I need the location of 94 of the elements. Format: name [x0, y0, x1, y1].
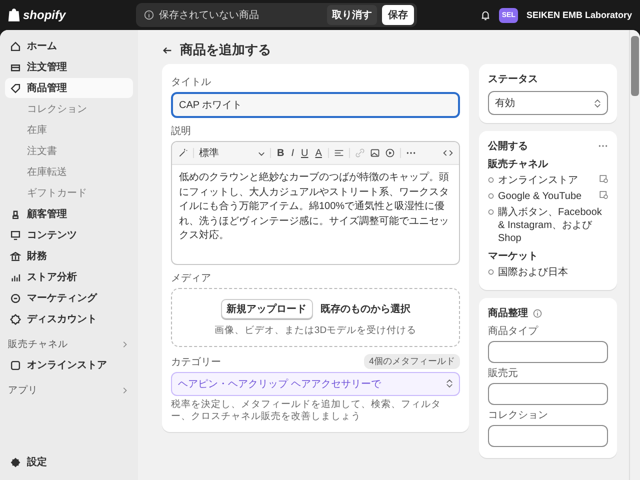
logo-text: shopify — [23, 8, 66, 22]
unsaved-message: 保存されていない商品 — [159, 8, 259, 22]
nav-item[interactable]: ストア分析 — [5, 267, 133, 287]
circle-icon — [488, 177, 494, 183]
format-toggle[interactable]: I — [290, 148, 296, 158]
card-title: ステータス — [488, 73, 539, 86]
nav-item[interactable]: ディスカウント — [5, 309, 133, 329]
nav-item[interactable]: 財務 — [5, 246, 133, 266]
nav-icon — [10, 292, 21, 304]
back-arrow-icon[interactable] — [162, 44, 173, 56]
nav-subitem[interactable]: 在庫 — [5, 120, 133, 140]
settings-item[interactable]: 設定 — [5, 452, 133, 472]
section-title: アプリ — [8, 384, 38, 397]
category-select[interactable]: ヘアピン・ヘアクリップ ヘアアクセサリーで — [171, 372, 460, 396]
discard-button[interactable]: 取り消す — [327, 5, 377, 25]
circle-icon — [488, 193, 494, 199]
circle-icon — [488, 209, 494, 215]
info-icon — [144, 10, 154, 20]
media-hint: 画像、ビデオ、または3Dモデルを受け付ける — [214, 324, 417, 336]
format-toggle[interactable]: B — [276, 148, 286, 158]
title-field[interactable]: CAP ホワイト — [171, 92, 460, 118]
channel-name: オンラインストア — [498, 174, 579, 187]
nav-icon — [10, 230, 21, 240]
nav-item[interactable]: ホーム — [5, 36, 133, 56]
circle-icon — [488, 269, 494, 275]
nav-icon — [10, 250, 21, 262]
select-arrows-icon — [594, 98, 601, 108]
nav-icon — [10, 62, 21, 72]
store-icon — [10, 360, 21, 370]
nav-item[interactable]: 顧客管理 — [5, 204, 133, 224]
magic-icon[interactable] — [178, 148, 188, 158]
description-editor[interactable]: 標準 B I U A 低めのクラウンと絶妙なカーブのつばが特徴のキャップ。頭にフィットし、大人カジュアルやストリート系、ワークスタイルにも合う万能アイテム。綿100%で通気性と吸湿性に優れ、洗うほどヴィンテージ感に。サイズ調整可能でユニセックス対応。 — [171, 141, 460, 264]
select-existing-link[interactable]: 既存のものから選択 — [320, 302, 410, 316]
media-dropzone[interactable]: 新規アップロード 既存のものから選択 画像、ビデオ、または3Dモデルを受け付ける — [171, 288, 460, 346]
nav-icon — [10, 272, 21, 282]
upload-button[interactable]: 新規アップロード — [220, 298, 312, 318]
shopping-bag-icon — [8, 8, 20, 22]
text-field[interactable] — [488, 383, 608, 405]
text-field[interactable] — [488, 341, 608, 363]
channel-name: Google & YouTube — [498, 190, 583, 203]
nav-subitem[interactable]: 在庫転送 — [5, 162, 133, 182]
format-toggle[interactable]: U — [300, 148, 310, 158]
field-label: メディア — [171, 272, 212, 284]
settings-icon — [10, 456, 21, 468]
calendar-icon[interactable] — [599, 174, 608, 183]
info-icon[interactable] — [533, 308, 542, 318]
field-label: 説明 — [171, 124, 192, 138]
account-name[interactable]: SEIKEN EMB Laboratory — [526, 10, 632, 20]
category-hint: 税率を決定し、メタフィールドを追加して、検索、フィルター、クロスチャネル販売を改善しましょう — [171, 398, 442, 424]
scrollbar[interactable] — [629, 30, 640, 480]
field-label: コレクション — [488, 409, 549, 422]
card-title: 公開する — [488, 140, 528, 153]
nav-item[interactable]: コンテンツ — [5, 225, 133, 245]
more-icon[interactable] — [406, 151, 416, 155]
nav-item[interactable]: マーケティング — [5, 288, 133, 308]
status-select[interactable]: 有効 — [488, 91, 608, 115]
market-name: 国際および日本 — [498, 266, 569, 279]
nav-icon — [10, 314, 21, 324]
card-title: 商品整理 — [488, 306, 528, 320]
nav-item[interactable]: 商品管理 — [5, 78, 133, 98]
more-icon[interactable] — [598, 144, 608, 148]
code-icon[interactable] — [443, 148, 453, 158]
field-label: 商品タイプ — [488, 324, 540, 338]
format-toggle[interactable]: A — [314, 148, 323, 158]
image-icon[interactable] — [370, 148, 380, 158]
nav-item[interactable]: オンラインストア — [5, 355, 133, 375]
text-field[interactable] — [488, 425, 608, 447]
save-button[interactable]: 保存 — [382, 5, 414, 25]
channel-name: 購入ボタン、Facebook & Instagram、およびShop — [498, 206, 603, 245]
page-title: 商品を追加する — [180, 41, 271, 59]
field-label: タイトル — [171, 76, 212, 89]
nav-subitem[interactable]: ギフトカード — [5, 183, 133, 203]
chevron-right-icon[interactable] — [121, 387, 128, 394]
description-text: 低めのクラウンと絶妙なカーブのつばが特徴のキャップ。頭にフィットし、大人カジュアルやストリート系、ワークスタイルにも合う万能アイテム。綿100%で通気性と吸湿性に優れ、洗うほどヴィンテージ感に。サイズ調整可能でユニセックス対応。 — [178, 170, 450, 243]
calendar-icon[interactable] — [599, 190, 608, 199]
nav-subitem[interactable]: コレクション — [5, 99, 133, 119]
nav-subitem[interactable]: 注文書 — [5, 141, 133, 161]
chevron-down-icon[interactable] — [258, 150, 265, 156]
select-arrows-icon — [446, 379, 453, 388]
nav-icon — [10, 82, 21, 94]
format-dropdown[interactable]: 標準 — [199, 146, 253, 160]
field-label: カテゴリー — [171, 356, 221, 368]
section-title: マーケット — [488, 250, 539, 263]
align-icon[interactable] — [334, 148, 344, 158]
section-title: 販売チャネル — [488, 158, 550, 171]
nav-icon — [10, 40, 21, 52]
field-label: 販売元 — [488, 366, 519, 380]
chevron-right-icon[interactable] — [121, 341, 128, 348]
bell-icon[interactable] — [480, 10, 491, 20]
nav-item[interactable]: 注文管理 — [5, 57, 133, 77]
section-title: 販売チャネル — [8, 338, 68, 351]
nav-icon — [10, 208, 21, 220]
metafield-badge: 4個のメタフィールド — [364, 354, 460, 369]
play-circle-icon[interactable] — [384, 148, 395, 158]
